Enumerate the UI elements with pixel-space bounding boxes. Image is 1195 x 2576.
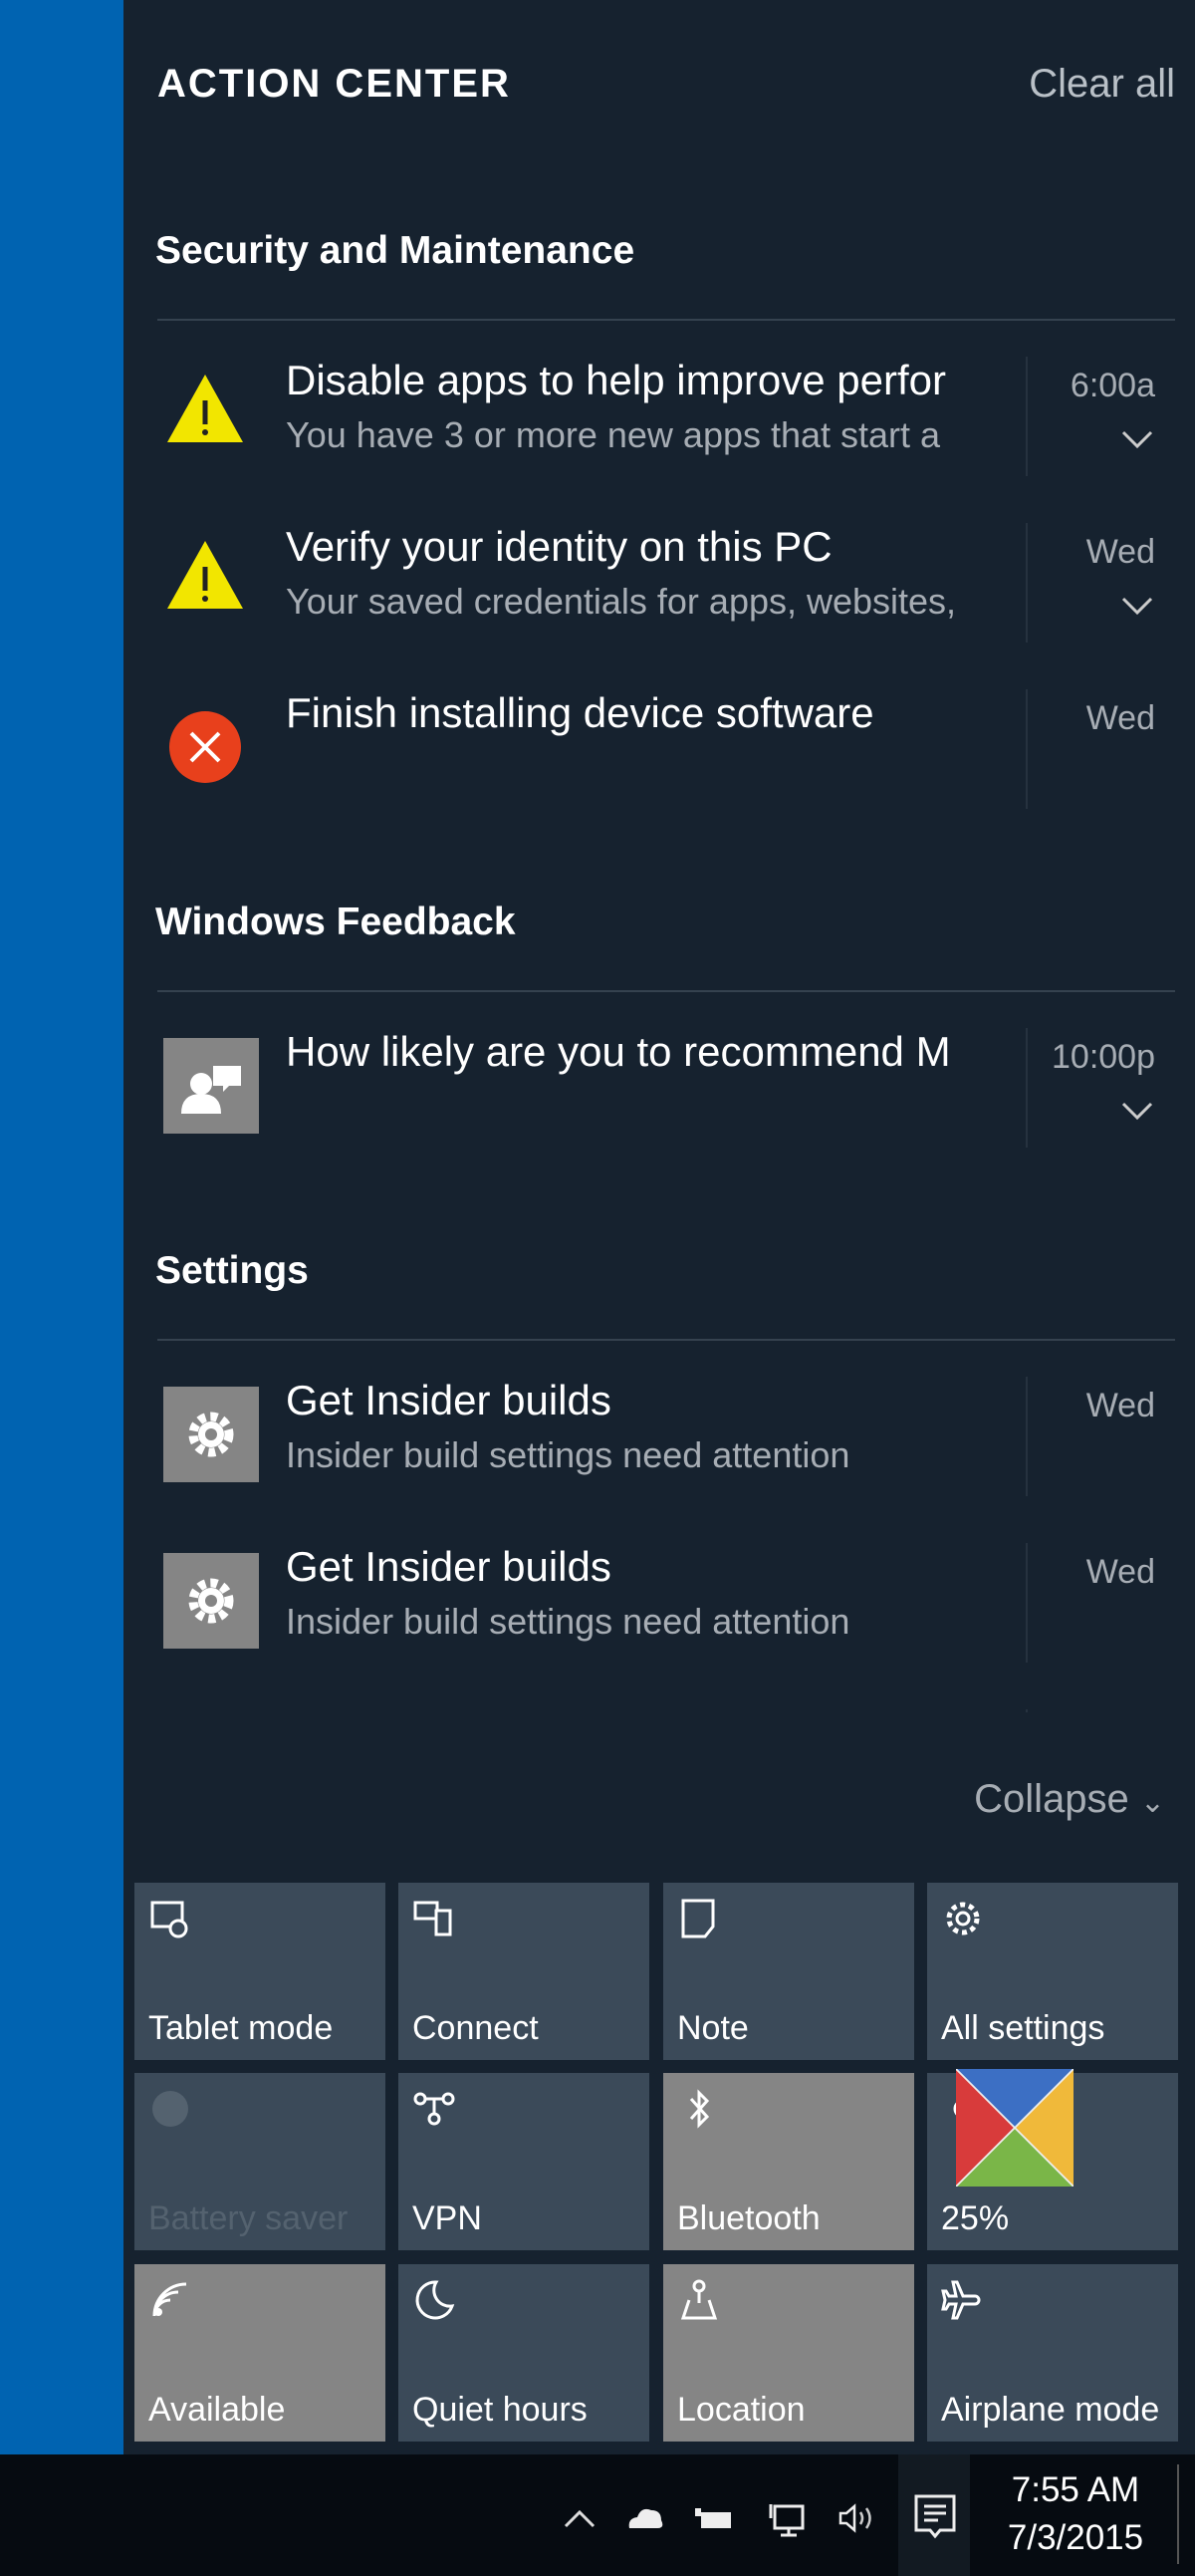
- notification-time: Wed: [1085, 1553, 1155, 1591]
- group-divider: [157, 319, 1175, 321]
- gear-icon: [163, 1553, 259, 1649]
- quick-action-quiet-hours[interactable]: Quiet hours: [398, 2264, 649, 2442]
- notification-body: Insider build settings need attention: [286, 1434, 850, 1475]
- tablet-mode-icon: [150, 1901, 188, 1938]
- bluetooth-icon: [689, 2089, 710, 2129]
- collapse-label: Collapse: [974, 1777, 1129, 1821]
- notification-title: Finish installing device software: [286, 689, 874, 736]
- notification-separator: [1026, 1377, 1028, 1496]
- quick-action-label: All settings: [941, 2009, 1105, 2047]
- expand-chevron-icon[interactable]: [1117, 420, 1157, 460]
- feedback-icon: [163, 1038, 259, 1134]
- quick-action-label: Tablet mode: [148, 2009, 334, 2047]
- group-divider: [157, 990, 1175, 992]
- note-icon: [681, 1899, 715, 1938]
- notification-time: Wed: [1085, 533, 1155, 571]
- quick-action-bluetooth[interactable]: Bluetooth: [663, 2073, 914, 2250]
- desktop-background: [0, 0, 123, 2454]
- clock[interactable]: 7:55 AM 7/3/2015: [986, 2466, 1165, 2562]
- notification-separator: [1026, 357, 1028, 476]
- location-icon: [680, 2279, 718, 2320]
- battery-saver-icon: [152, 2091, 188, 2127]
- notification-separator: [1026, 1709, 1028, 1712]
- quick-action-note[interactable]: Note: [663, 1883, 914, 2060]
- notification-title: Verify your identity on this PC: [286, 523, 833, 570]
- clock-time: 7:55 AM: [1011, 2470, 1140, 2509]
- notification-separator: [1026, 523, 1028, 643]
- group-header: Settings: [155, 1249, 309, 1292]
- quick-action-available[interactable]: Available: [134, 2264, 385, 2442]
- quick-action-label: Connect: [412, 2009, 539, 2047]
- taskbar: 7:55 AM 7/3/2015: [0, 2454, 1195, 2576]
- action-center-icon: [914, 2494, 956, 2539]
- quick-action-label: Location: [677, 2391, 806, 2429]
- warning-icon: [163, 533, 247, 617]
- notification-body: Insider build settings need attention: [286, 1601, 850, 1642]
- collapse-button[interactable]: Collapse ⌄: [974, 1777, 1165, 1822]
- quick-action-label: Bluetooth: [677, 2199, 821, 2237]
- quick-action-battery-saver: Battery saver: [134, 2073, 385, 2250]
- notification-time: Wed: [1085, 1387, 1155, 1424]
- quick-action-connect[interactable]: Connect: [398, 1883, 649, 2060]
- notification-item[interactable]: Verify your identity on this PC Your sav…: [123, 523, 1195, 672]
- quick-action-location[interactable]: Location: [663, 2264, 914, 2442]
- expand-chevron-icon[interactable]: [1117, 1092, 1157, 1132]
- show-hidden-icons-icon[interactable]: [558, 2498, 601, 2538]
- group-divider: [157, 1339, 1175, 1341]
- notification-title: Get Insider builds: [286, 1543, 611, 1590]
- notification-title: Get Insider builds: [286, 1709, 1112, 1712]
- notification-separator: [1026, 1028, 1028, 1148]
- quick-action-label: Airplane mode: [941, 2391, 1160, 2429]
- moon-icon: [415, 2280, 455, 2320]
- notification-body: You have 3 or more new apps that start a: [286, 414, 941, 455]
- notification-separator: [1026, 689, 1028, 809]
- notification-item[interactable]: How likely are you to recommend M 10:00p: [123, 1028, 1195, 1177]
- logo-overlay-icon: [956, 2069, 1074, 2187]
- notification-title: Get Insider builds: [286, 1377, 611, 1423]
- quick-action-label: 25%: [941, 2199, 1010, 2237]
- gear-icon: [163, 1387, 259, 1482]
- volume-icon[interactable]: [835, 2498, 878, 2538]
- quick-action-label: Available: [148, 2391, 286, 2429]
- notification-item[interactable]: Get Insider builds Insider build setting…: [123, 1543, 1195, 1692]
- expand-chevron-icon[interactable]: [1117, 587, 1157, 627]
- action-center-panel: ACTION CENTER Clear all Security and Mai…: [123, 0, 1195, 2454]
- notification-title: How likely are you to recommend M: [286, 1028, 951, 1075]
- quick-action-label: Note: [677, 2009, 749, 2047]
- chevron-down-icon: ⌄: [1139, 1786, 1165, 1819]
- quick-action-vpn[interactable]: VPN: [398, 2073, 649, 2250]
- vpn-icon: [413, 2092, 455, 2126]
- notification-item[interactable]: Get Insider builds Insider build setting…: [123, 1377, 1195, 1526]
- notification-title: Disable apps to help improve perfor: [286, 357, 947, 403]
- notification-time: 10:00p: [1052, 1038, 1155, 1076]
- airplane-icon: [941, 2280, 981, 2320]
- notification-item[interactable]: Get Insider builds: [123, 1709, 1195, 1712]
- notification-body: Your saved credentials for apps, website…: [286, 581, 957, 622]
- quick-action-all-settings[interactable]: All settings: [927, 1883, 1178, 2060]
- warning-icon: [163, 367, 247, 450]
- action-center-button[interactable]: [898, 2454, 970, 2576]
- clock-date: 7/3/2015: [1007, 2518, 1144, 2557]
- notification-time: 6:00a: [1070, 367, 1155, 404]
- battery-icon[interactable]: [693, 2498, 737, 2538]
- error-icon: [163, 699, 247, 783]
- quick-action-label: VPN: [412, 2199, 482, 2237]
- quick-action-tablet-mode[interactable]: Tablet mode: [134, 1883, 385, 2060]
- connect-icon: [413, 1901, 452, 1936]
- notification-item[interactable]: Disable apps to help improve perfor You …: [123, 357, 1195, 506]
- network-icon[interactable]: [765, 2498, 809, 2538]
- gear-icon: [946, 1902, 980, 1935]
- group-header: Windows Feedback: [155, 901, 516, 943]
- group-header: Security and Maintenance: [155, 229, 635, 272]
- quick-action-label: Quiet hours: [412, 2391, 588, 2429]
- quick-action-label: Battery saver: [148, 2199, 349, 2237]
- notification-time: Wed: [1085, 699, 1155, 737]
- quick-action-airplane-mode[interactable]: Airplane mode: [927, 2264, 1178, 2442]
- notification-list[interactable]: Security and Maintenance Disable apps to…: [123, 0, 1195, 1712]
- notification-item[interactable]: Finish installing device software Wed: [123, 689, 1195, 839]
- onedrive-icon[interactable]: [623, 2498, 667, 2538]
- wifi-icon: [152, 2282, 187, 2317]
- show-desktop-divider[interactable]: [1177, 2464, 1179, 2564]
- notification-separator: [1026, 1543, 1028, 1663]
